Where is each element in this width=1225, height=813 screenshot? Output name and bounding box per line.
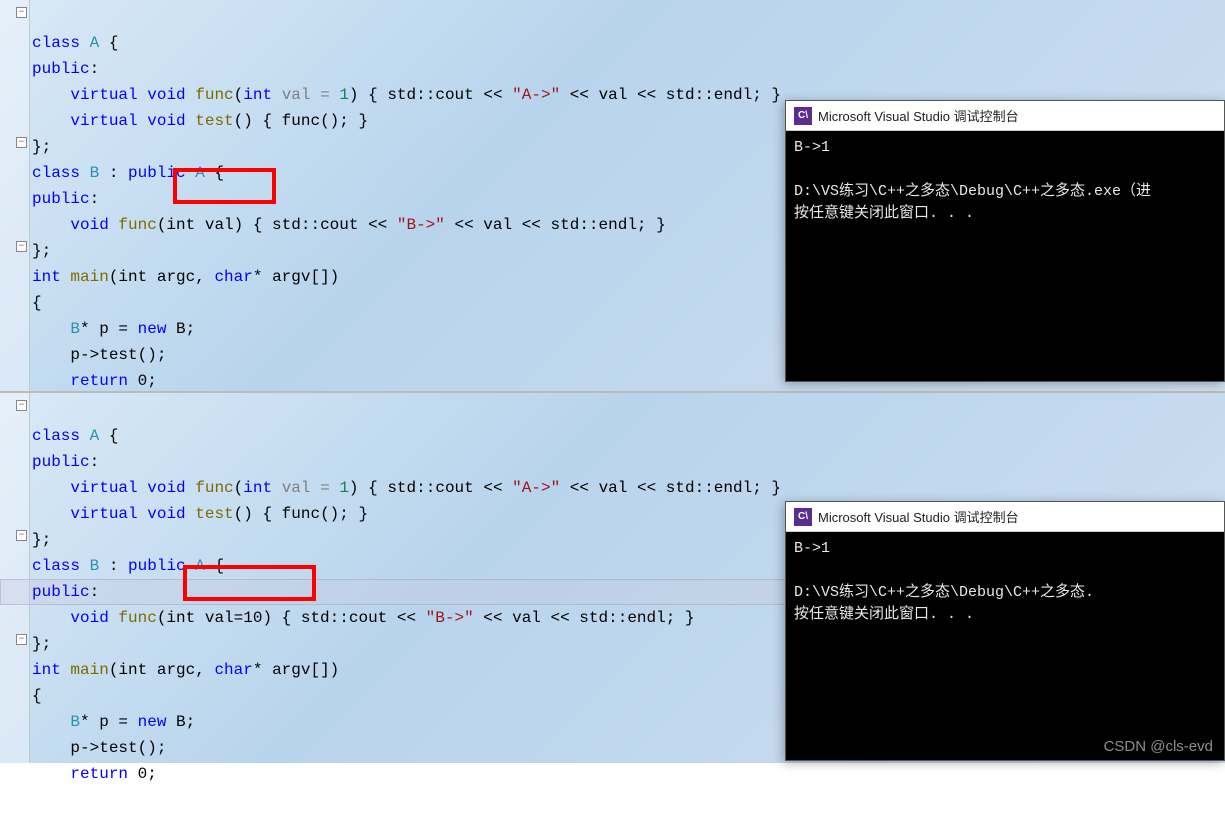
- fold-toggle[interactable]: −: [16, 241, 27, 252]
- debug-console-2: C\ Microsoft Visual Studio 调试控制台 B->1 D:…: [785, 501, 1225, 761]
- fold-toggle[interactable]: −: [16, 634, 27, 645]
- debug-console-1: C\ Microsoft Visual Studio 调试控制台 B->1 D:…: [785, 100, 1225, 382]
- console-titlebar[interactable]: C\ Microsoft Visual Studio 调试控制台: [786, 502, 1224, 532]
- fold-toggle[interactable]: −: [16, 400, 27, 411]
- console-title: Microsoft Visual Studio 调试控制台: [818, 106, 1019, 125]
- code-panel-1: − − − class A { public: virtual void fun…: [0, 0, 1225, 393]
- console-titlebar[interactable]: C\ Microsoft Visual Studio 调试控制台: [786, 101, 1224, 131]
- watermark: CSDN @cls-evd: [1104, 738, 1213, 755]
- fold-toggle[interactable]: −: [16, 530, 27, 541]
- vs-icon: C\: [794, 508, 812, 526]
- fold-toggle[interactable]: −: [16, 7, 27, 18]
- console-output[interactable]: B->1 D:\VS练习\C++之多态\Debug\C++之多态.exe（进 按…: [786, 131, 1224, 381]
- code-panel-2: − − − class A { public: virtual void fun…: [0, 393, 1225, 763]
- gutter: − − −: [0, 0, 30, 391]
- vs-icon: C\: [794, 107, 812, 125]
- console-title: Microsoft Visual Studio 调试控制台: [818, 507, 1019, 526]
- fold-toggle[interactable]: −: [16, 137, 27, 148]
- gutter: − − −: [0, 393, 30, 763]
